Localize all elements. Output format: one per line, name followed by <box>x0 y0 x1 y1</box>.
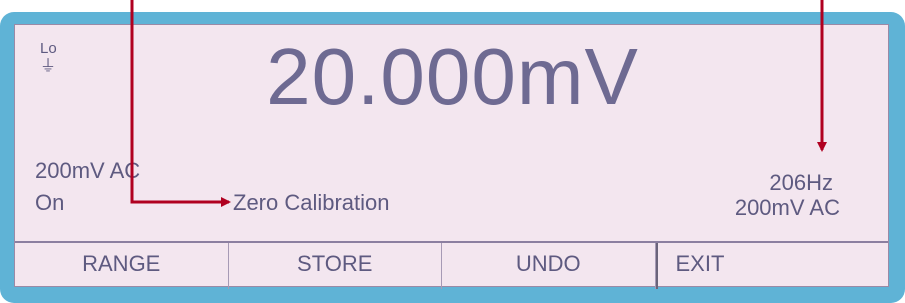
annotation-arrows <box>130 0 827 207</box>
mode-annotation-arrow <box>130 0 231 207</box>
